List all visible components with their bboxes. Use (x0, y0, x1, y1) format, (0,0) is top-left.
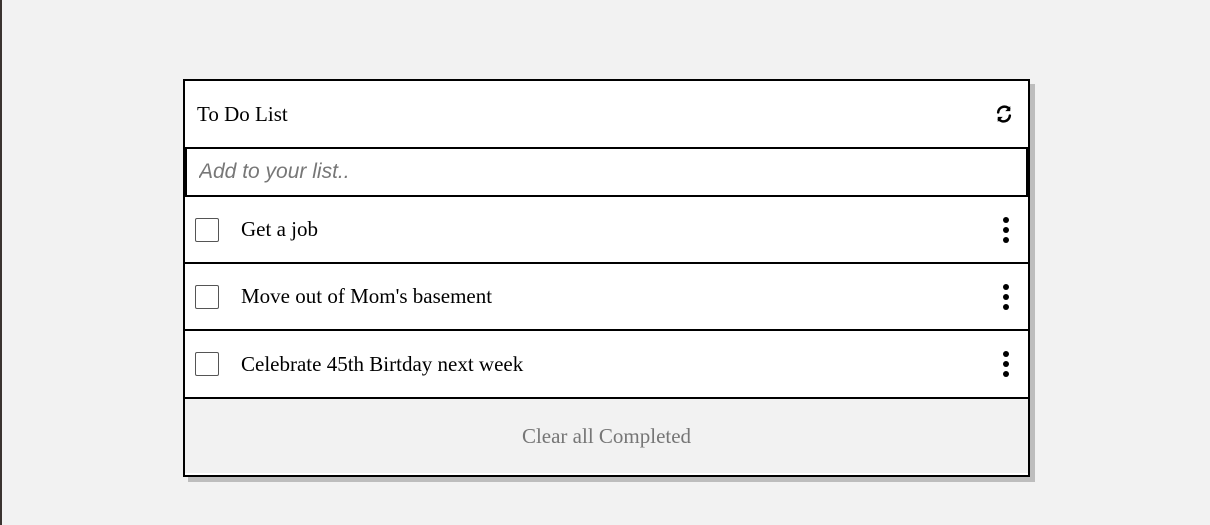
todo-list: Get a job Move out of Mom's basement Cel… (185, 197, 1028, 399)
item-text: Celebrate 45th Birtday next week (241, 351, 524, 376)
item-menu-button[interactable] (998, 216, 1014, 243)
item-menu-button[interactable] (998, 283, 1014, 310)
add-item-input[interactable] (185, 149, 1028, 195)
refresh-button[interactable] (992, 102, 1016, 126)
todo-title: To Do List (197, 101, 288, 126)
item-text: Move out of Mom's basement (241, 284, 493, 308)
more-vertical-icon (1003, 283, 1009, 310)
item-menu-button[interactable] (998, 351, 1014, 377)
more-vertical-icon (1003, 216, 1009, 243)
more-vertical-icon (1003, 351, 1009, 377)
item-checkbox[interactable] (195, 352, 219, 376)
refresh-icon (996, 105, 1012, 123)
window-left-edge (0, 0, 2, 525)
todo-header: To Do List (185, 81, 1028, 149)
todo-item: Celebrate 45th Birtday next week (185, 331, 1028, 399)
todo-card: To Do List Get a job Move out of Mom' (183, 79, 1030, 477)
item-text: Get a job (241, 217, 318, 241)
add-input-row (185, 149, 1028, 197)
item-checkbox[interactable] (195, 284, 219, 309)
item-checkbox[interactable] (195, 217, 219, 242)
todo-item: Get a job (185, 197, 1028, 264)
clear-completed-button[interactable]: Clear all Completed (185, 399, 1028, 473)
todo-item: Move out of Mom's basement (185, 264, 1028, 331)
